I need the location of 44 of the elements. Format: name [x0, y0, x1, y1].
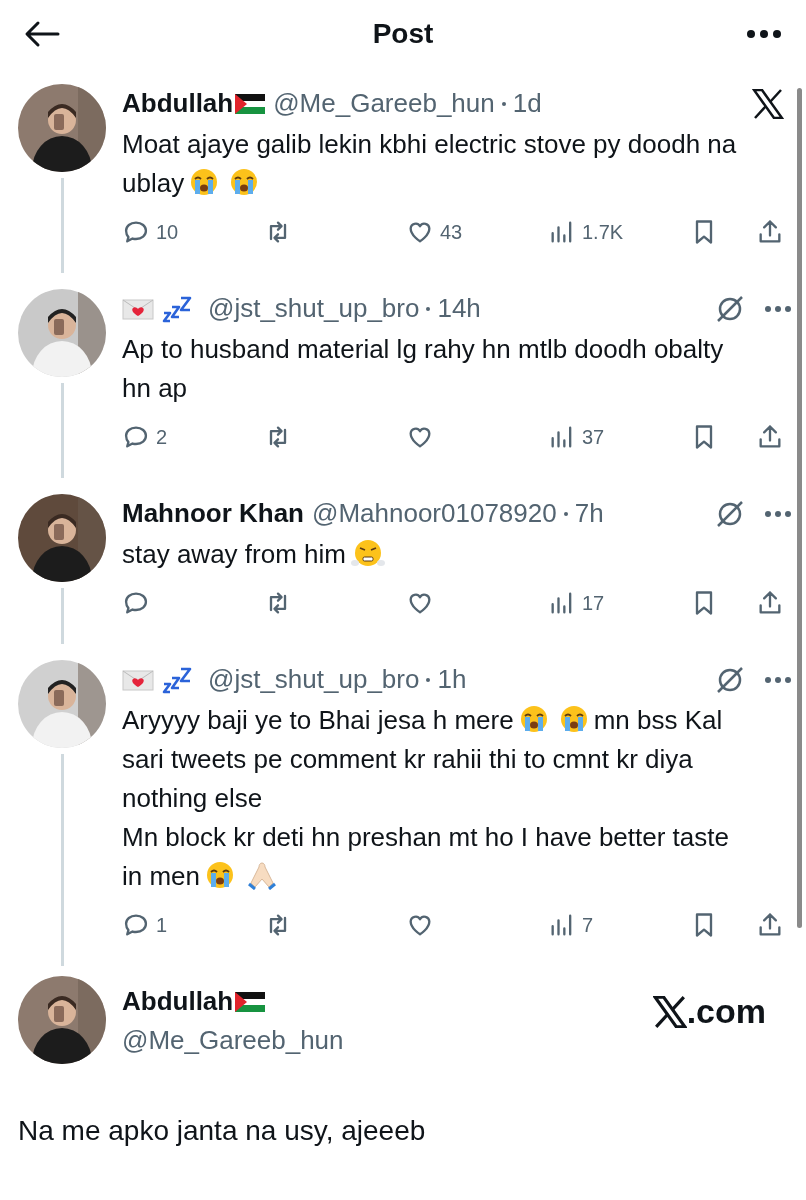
crying-face-icon — [518, 704, 549, 734]
crying-face-icon — [189, 167, 220, 197]
post-time: 14h — [437, 292, 481, 325]
user-handle: @jst_shut_up_bro — [208, 292, 420, 325]
post-text: Moat ajaye galib lekin kbhi electric stove py doodh na ublay — [122, 128, 738, 200]
post-time: 1d — [512, 87, 542, 120]
post-text: stay away from him — [122, 535, 792, 574]
user-name: Mahnoor Khan — [122, 497, 304, 530]
post-time: 1h — [437, 663, 467, 696]
count-label: 1 — [156, 913, 168, 938]
post-text: Na me apko janta na usy, ajeeeb — [17, 1114, 427, 1148]
user-handle: @jst_shut_up_bro — [208, 663, 420, 696]
flag-icon — [235, 93, 266, 114]
user-name: Abdullah — [122, 985, 234, 1018]
user-name: Abdullah — [122, 87, 234, 120]
post-time: 7h — [574, 497, 604, 530]
more-icon[interactable] — [764, 675, 792, 684]
post-text: Ap to husband material lg rahy hn mtlb doodh obalty hn ap — [122, 333, 725, 405]
count-label: 1.7K — [582, 220, 624, 245]
crying-face-icon — [205, 860, 236, 890]
count-label: 2 — [156, 425, 168, 450]
site-name: .com — [686, 991, 766, 1032]
more-icon[interactable] — [764, 509, 792, 518]
page-title: Post — [372, 17, 434, 51]
count-label: 10 — [156, 220, 179, 245]
user-handle: @Me_Gareeb_hun — [273, 87, 495, 120]
flag-icon — [235, 991, 266, 1012]
more-icon[interactable] — [764, 304, 792, 313]
sleep-z-icon — [162, 665, 192, 694]
x-logo-icon — [652, 995, 687, 1028]
more-icon[interactable] — [746, 29, 782, 39]
user-handle: @Mahnoor01078920 — [312, 497, 557, 530]
count-label: 37 — [582, 425, 605, 450]
sleep-z-icon — [162, 294, 192, 323]
back-arrow-icon[interactable] — [24, 20, 60, 48]
huffing-face-icon — [350, 538, 385, 568]
x-logo-icon[interactable] — [752, 88, 784, 119]
user-handle: @Me_Gareeb_hun — [122, 1024, 344, 1057]
count-label: 7 — [582, 913, 594, 938]
count-label: 43 — [440, 220, 463, 245]
crying-face-icon — [558, 704, 589, 734]
crying-face-icon — [229, 167, 260, 197]
count-label: 17 — [582, 591, 605, 616]
post-text: Aryyyy baji ye to Bhai jesa h mere mn bss Kal sari tweets pe comment kr rahii thi to cmnt kr diya nothing else Mn block kr deti hn preshan mt ho I have better taste in men — [122, 703, 730, 893]
